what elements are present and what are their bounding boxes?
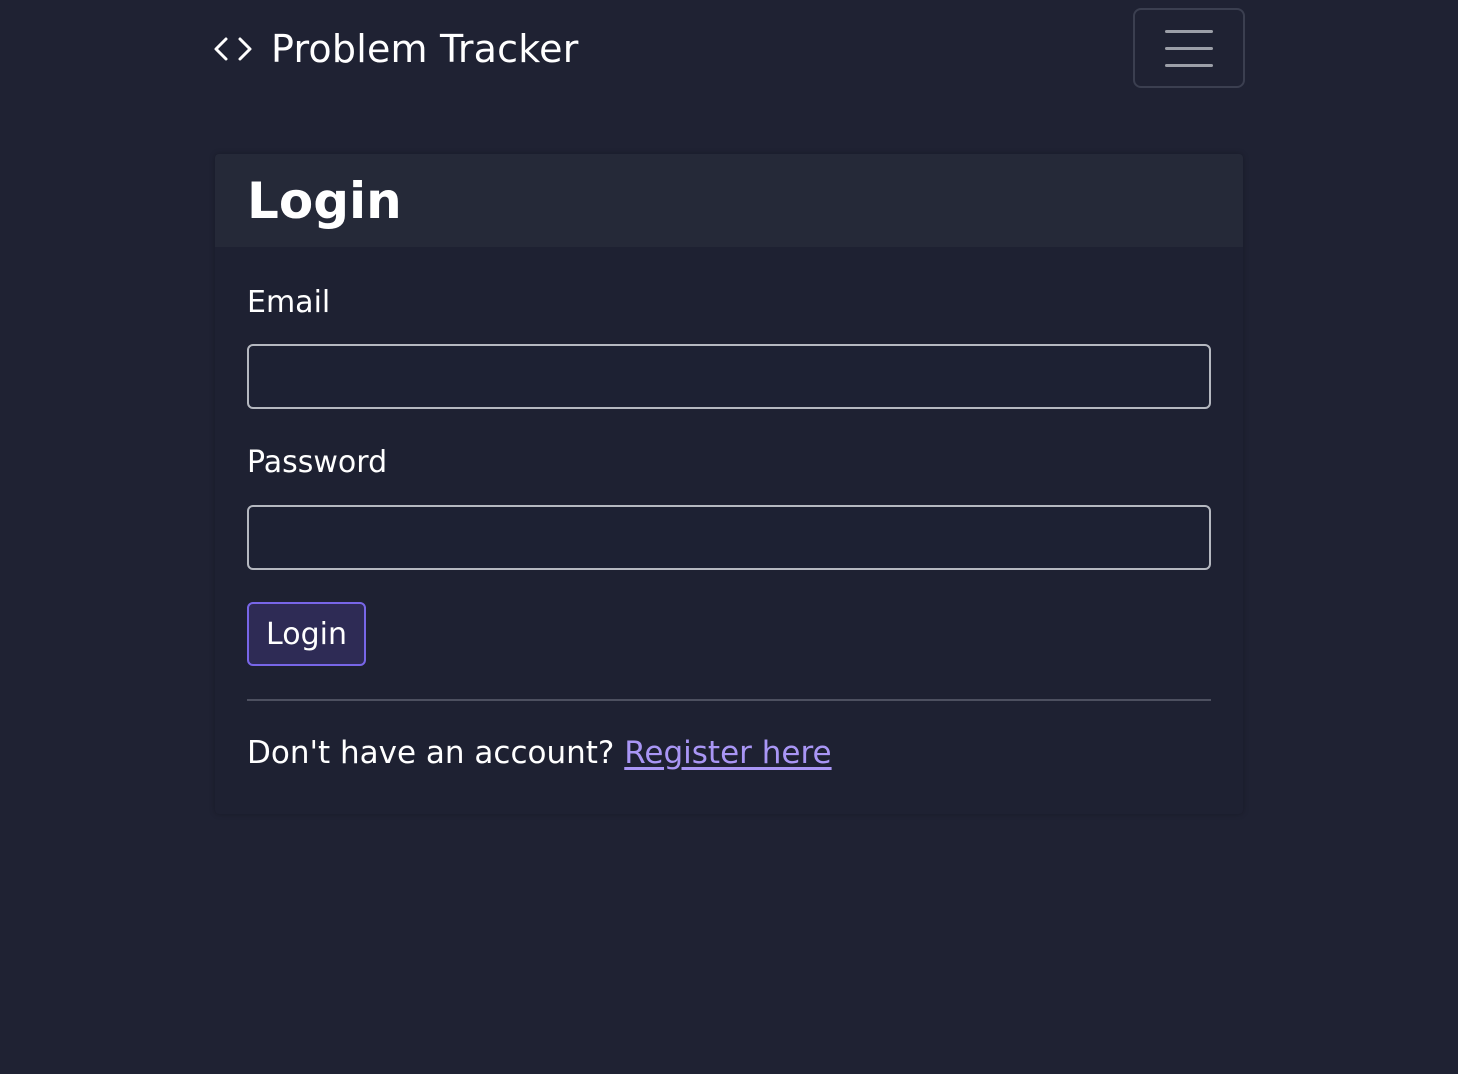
register-prompt-text: Don't have an account? <box>247 735 625 771</box>
navbar: Problem Tracker <box>0 0 1458 96</box>
brand-link[interactable]: Problem Tracker <box>213 24 579 74</box>
hamburger-menu-icon <box>1165 63 1213 67</box>
register-prompt: Don't have an account? Register here <box>247 735 832 771</box>
divider <box>247 699 1211 701</box>
register-link[interactable]: Register here <box>624 735 831 771</box>
login-card: Login Email Password Login Don't have an… <box>215 154 1243 814</box>
email-field[interactable] <box>247 344 1211 409</box>
hamburger-menu-icon <box>1165 46 1213 50</box>
login-button[interactable]: Login <box>247 602 366 666</box>
page-title: Login <box>247 171 402 230</box>
hamburger-menu-icon <box>1165 29 1213 33</box>
password-field[interactable] <box>247 505 1211 570</box>
email-label: Email <box>247 285 331 320</box>
navbar-toggler-button[interactable] <box>1133 8 1245 88</box>
password-label: Password <box>247 445 388 480</box>
card-header: Login <box>215 154 1243 247</box>
code-brackets-icon <box>214 37 252 61</box>
brand-title: Problem Tracker <box>271 27 579 71</box>
